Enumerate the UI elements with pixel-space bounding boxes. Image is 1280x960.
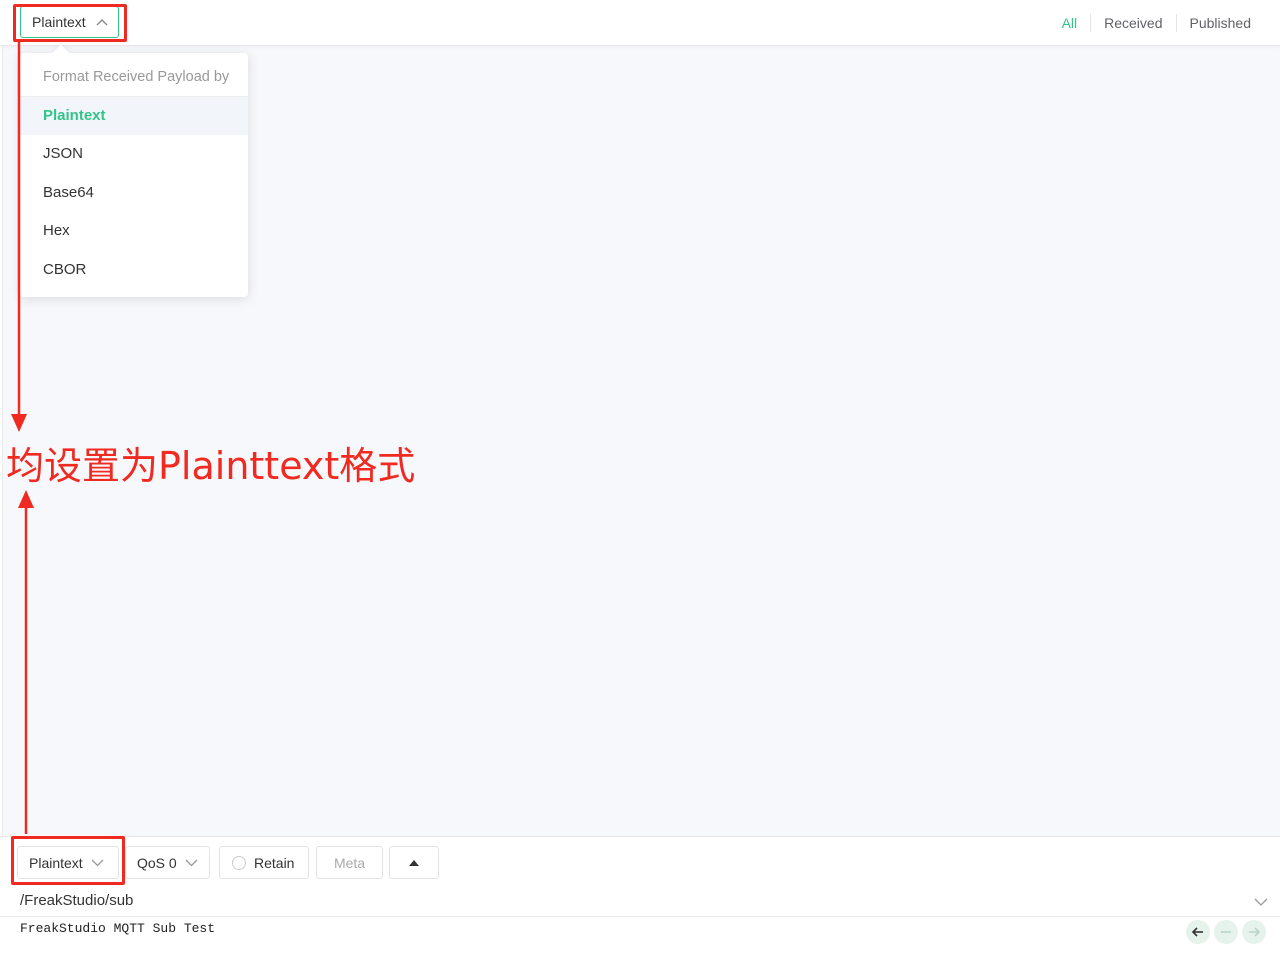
arrow-left-icon xyxy=(1191,927,1203,937)
format-dropdown-menu: Format Received Payload by Plaintext JSO… xyxy=(20,44,248,297)
annotation-box-top xyxy=(13,4,127,42)
message-filter-tabs: All Received Published xyxy=(1049,13,1264,33)
format-option-base64[interactable]: Base64 xyxy=(20,174,248,212)
tab-all[interactable]: All xyxy=(1049,13,1091,33)
meta-label: Meta xyxy=(333,854,366,871)
format-option-json[interactable]: JSON xyxy=(20,135,248,173)
message-header: Plaintext All Received Published xyxy=(0,0,1280,46)
qos-select[interactable]: QoS 0 xyxy=(125,846,210,879)
tab-published[interactable]: Published xyxy=(1177,13,1265,33)
topic-row xyxy=(0,885,1280,917)
retain-label: Retain xyxy=(254,854,295,871)
annotation-arrow-down xyxy=(11,42,27,432)
history-prev-button[interactable] xyxy=(1186,920,1210,944)
chevron-down-icon[interactable] xyxy=(1254,895,1268,909)
annotation-box-bottom xyxy=(11,836,125,885)
tab-received[interactable]: Received xyxy=(1091,13,1175,33)
minus-icon xyxy=(1221,931,1231,933)
qos-value: QoS 0 xyxy=(137,854,177,871)
payload-editor[interactable]: FreakStudio MQTT Sub Test xyxy=(20,921,1160,957)
publish-toolbar: Plaintext QoS 0 Retain Meta xyxy=(0,846,1280,880)
meta-button[interactable]: Meta xyxy=(316,846,383,879)
annotation-arrow-up xyxy=(18,490,34,834)
format-option-cbor[interactable]: CBOR xyxy=(20,251,248,289)
annotation-label: 均设置为Plainttext格式 xyxy=(6,444,416,488)
history-next-button[interactable] xyxy=(1242,920,1266,944)
topic-input[interactable] xyxy=(20,889,1220,911)
format-option-hex[interactable]: Hex xyxy=(20,212,248,250)
history-clear-button[interactable] xyxy=(1214,920,1238,944)
radio-icon xyxy=(232,855,246,870)
dropdown-header: Format Received Payload by xyxy=(20,61,248,97)
retain-toggle[interactable]: Retain xyxy=(219,846,309,879)
expand-button[interactable] xyxy=(389,846,439,879)
arrow-right-icon xyxy=(1249,927,1261,937)
publish-panel: Plaintext QoS 0 Retain Meta /FreakStudio… xyxy=(0,836,1280,960)
format-option-plaintext[interactable]: Plaintext xyxy=(20,97,248,136)
caret-up-icon xyxy=(409,859,419,866)
chevron-down-icon xyxy=(185,859,198,867)
